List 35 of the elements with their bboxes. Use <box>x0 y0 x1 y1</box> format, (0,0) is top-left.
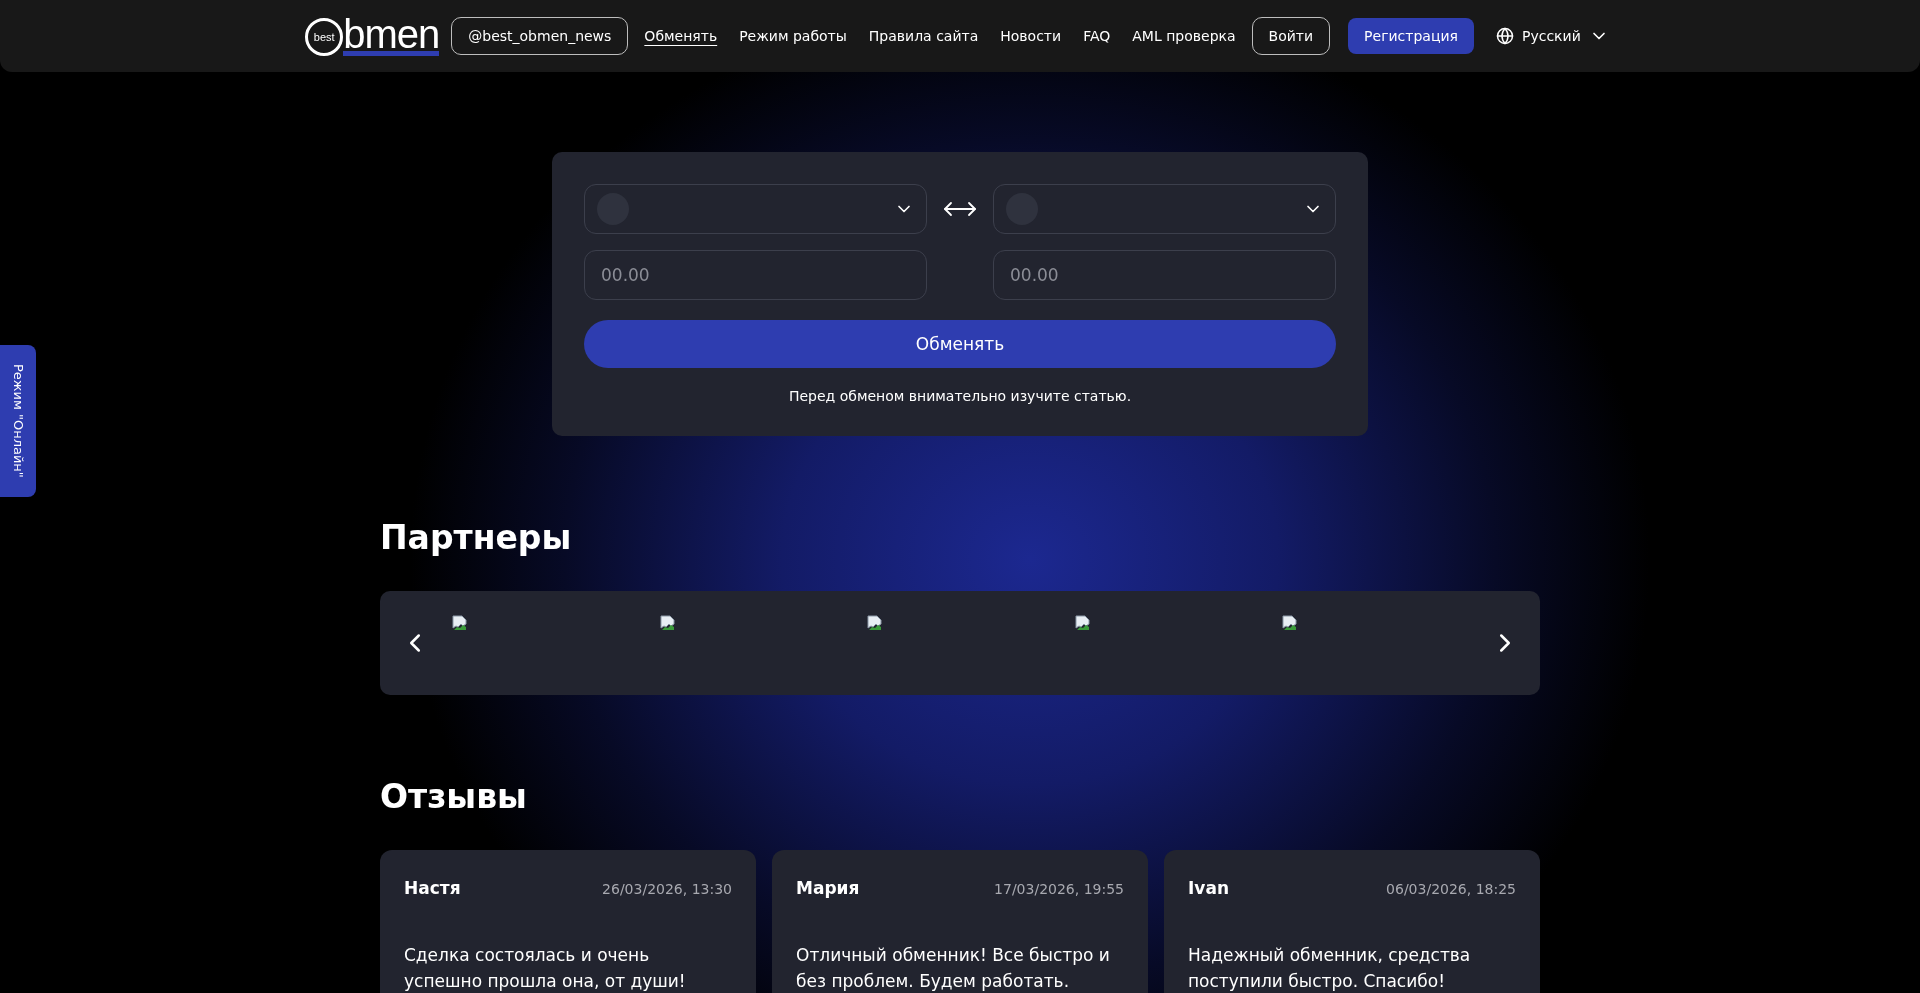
globe-icon <box>1496 27 1514 45</box>
review-text: Надежный обменник, средства поступили быстро. Спасибо! <box>1188 944 1472 993</box>
nav-link[interactable]: Обменять <box>644 24 718 48</box>
nav-link[interactable]: FAQ <box>1083 24 1111 48</box>
broken-image-icon <box>452 615 468 631</box>
broken-image-icon <box>659 615 676 631</box>
reviewer-name: Ivan <box>1188 878 1229 898</box>
broken-image-icon <box>1074 615 1091 631</box>
language-selector[interactable]: Русский <box>1490 25 1615 47</box>
review-date: 06/03/2026, 18:25 <box>1386 881 1516 897</box>
review-text: Сделка состоялась и очень успешно прошла она, от души! <box>404 944 687 993</box>
nav-link[interactable]: AML проверка <box>1132 24 1236 48</box>
nav-link[interactable]: Правила сайта <box>868 24 979 48</box>
side-tab[interactable]: Режим "Онлайн" <box>0 345 36 497</box>
review-text: Отличный обменник! Все быстро и без проблем. Будем работать. <box>796 944 1111 993</box>
review-date: 26/03/2026, 13:30 <box>602 881 732 897</box>
nav-link[interactable]: Новости <box>1000 24 1062 48</box>
logo-text[interactable]: bmen <box>343 16 440 56</box>
section-title: Партнеры <box>380 518 572 557</box>
reviewer-name: Настя <box>404 878 461 898</box>
telegram-link[interactable]: @best_obmen_news <box>451 17 629 55</box>
review-date: 17/03/2026, 19:55 <box>994 881 1124 897</box>
amount-field[interactable]: 00.00 <box>584 250 927 300</box>
article-link[interactable]: статью <box>1074 388 1127 404</box>
register-button[interactable]: Регистрация <box>1348 18 1474 54</box>
amount-field[interactable]: 00.00 <box>993 250 1336 300</box>
exchange-note: Перед обменом внимательно изучите статью. <box>787 388 1133 404</box>
section-title: Отзывы <box>380 777 527 816</box>
nav-link[interactable]: Режим работы <box>739 24 847 48</box>
broken-image-icon <box>1282 615 1299 631</box>
exchange-button[interactable]: Обменять <box>584 320 1336 368</box>
logo-badge[interactable]: best <box>305 17 344 56</box>
broken-image-icon <box>867 615 884 631</box>
login-button[interactable]: Войти <box>1251 17 1331 55</box>
reviewer-name: Мария <box>796 878 860 898</box>
